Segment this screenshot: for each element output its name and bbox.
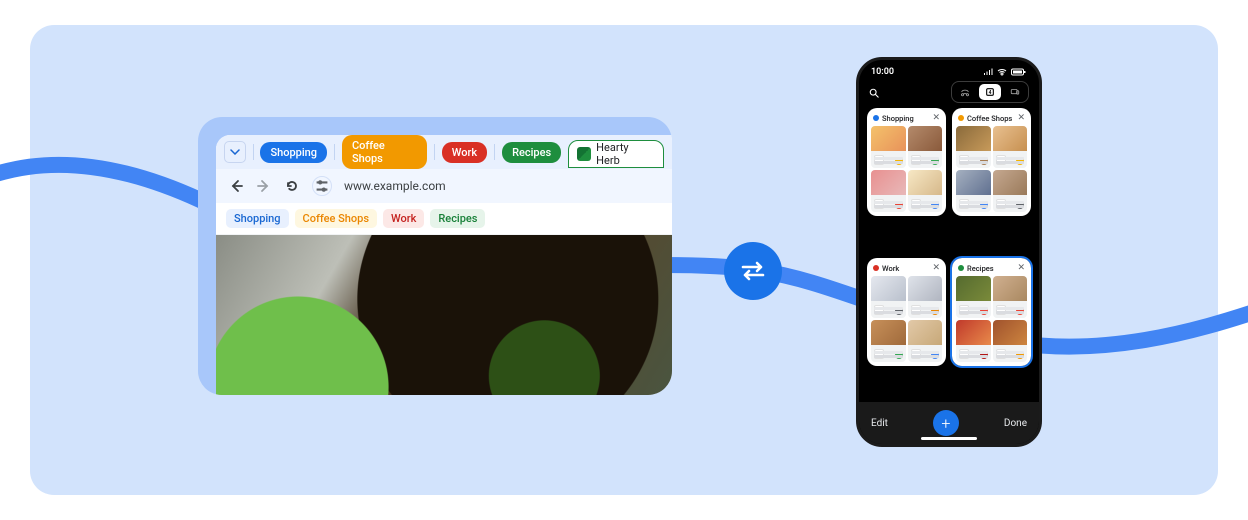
divider xyxy=(334,144,335,160)
status-icons xyxy=(983,68,1027,76)
swap-arrows-icon xyxy=(736,254,770,288)
done-button[interactable]: Done xyxy=(1004,418,1027,429)
desktop-browser-card: Shopping Coffee Shops Work Recipes Heart… xyxy=(198,117,672,395)
tab-list-chevron-down-icon[interactable] xyxy=(224,141,246,163)
group-dot-icon xyxy=(958,265,964,271)
page-content-image xyxy=(216,235,672,395)
active-tab-label: Hearty Herb xyxy=(596,141,653,167)
bookmark-coffee-shops[interactable]: Coffee Shops xyxy=(295,209,377,228)
status-bar: 10:00 xyxy=(859,60,1039,80)
group-card-shopping[interactable]: Shopping ✕ xyxy=(867,108,946,216)
forward-icon[interactable] xyxy=(256,178,272,194)
close-group-icon[interactable]: ✕ xyxy=(932,263,940,273)
tab-group-recipes[interactable]: Recipes xyxy=(502,142,561,163)
signal-icon xyxy=(983,68,993,76)
edit-button[interactable]: Edit xyxy=(871,418,888,429)
browser-window: Shopping Coffee Shops Work Recipes Heart… xyxy=(216,135,672,395)
divider xyxy=(434,144,435,160)
svg-text:4: 4 xyxy=(989,90,992,96)
bookmarks-bar: Shopping Coffee Shops Work Recipes xyxy=(216,203,672,235)
close-group-icon[interactable]: ✕ xyxy=(932,113,940,123)
group-label: Shopping xyxy=(882,114,914,123)
segment-devices[interactable] xyxy=(1004,84,1026,100)
group-card-coffee-shops[interactable]: Coffee Shops ✕ xyxy=(952,108,1031,216)
group-label: Coffee Shops xyxy=(967,114,1012,123)
group-label: Recipes xyxy=(967,264,994,273)
segment-incognito[interactable] xyxy=(954,84,976,100)
close-group-icon[interactable]: ✕ xyxy=(1017,263,1025,273)
close-group-icon[interactable]: ✕ xyxy=(1017,113,1025,123)
bookmark-shopping[interactable]: Shopping xyxy=(226,209,289,228)
bookmark-recipes[interactable]: Recipes xyxy=(430,209,485,228)
segment-tabs[interactable]: 4 xyxy=(979,84,1001,100)
view-segmented-control: 4 xyxy=(951,81,1029,103)
tab-group-coffee-shops[interactable]: Coffee Shops xyxy=(342,135,427,169)
phone-top-controls: 4 xyxy=(859,80,1039,108)
address-bar-url[interactable]: www.example.com xyxy=(344,179,446,193)
divider xyxy=(494,144,495,160)
tab-groups-grid: Shopping ✕ Coffee Shops ✕ Work ✕ Recipes ✕ xyxy=(859,108,1039,402)
search-icon[interactable] xyxy=(869,83,879,102)
divider xyxy=(253,144,254,160)
tab-group-shopping[interactable]: Shopping xyxy=(260,142,327,163)
browser-toolbar: www.example.com xyxy=(216,169,672,203)
favicon-icon xyxy=(577,147,591,161)
reload-icon[interactable] xyxy=(284,178,300,194)
battery-icon xyxy=(1011,68,1027,76)
tab-strip: Shopping Coffee Shops Work Recipes Heart… xyxy=(216,135,672,169)
group-dot-icon xyxy=(958,115,964,121)
status-time: 10:00 xyxy=(871,67,894,77)
site-settings-icon[interactable] xyxy=(312,176,332,196)
home-indicator[interactable] xyxy=(921,437,977,440)
sync-badge xyxy=(724,242,782,300)
new-tab-button[interactable]: + xyxy=(933,410,959,436)
phone-device: 10:00 4 Shopping ✕ Coffee Shops ✕ Work ✕ Re… xyxy=(856,57,1042,447)
active-tab[interactable]: Hearty Herb xyxy=(568,140,664,168)
wifi-icon xyxy=(996,68,1008,76)
group-dot-icon xyxy=(873,115,879,121)
group-card-recipes[interactable]: Recipes ✕ xyxy=(952,258,1031,366)
bookmark-work[interactable]: Work xyxy=(383,209,424,228)
group-dot-icon xyxy=(873,265,879,271)
back-icon[interactable] xyxy=(228,178,244,194)
tab-group-work[interactable]: Work xyxy=(442,142,487,163)
group-card-work[interactable]: Work ✕ xyxy=(867,258,946,366)
group-label: Work xyxy=(882,264,899,273)
